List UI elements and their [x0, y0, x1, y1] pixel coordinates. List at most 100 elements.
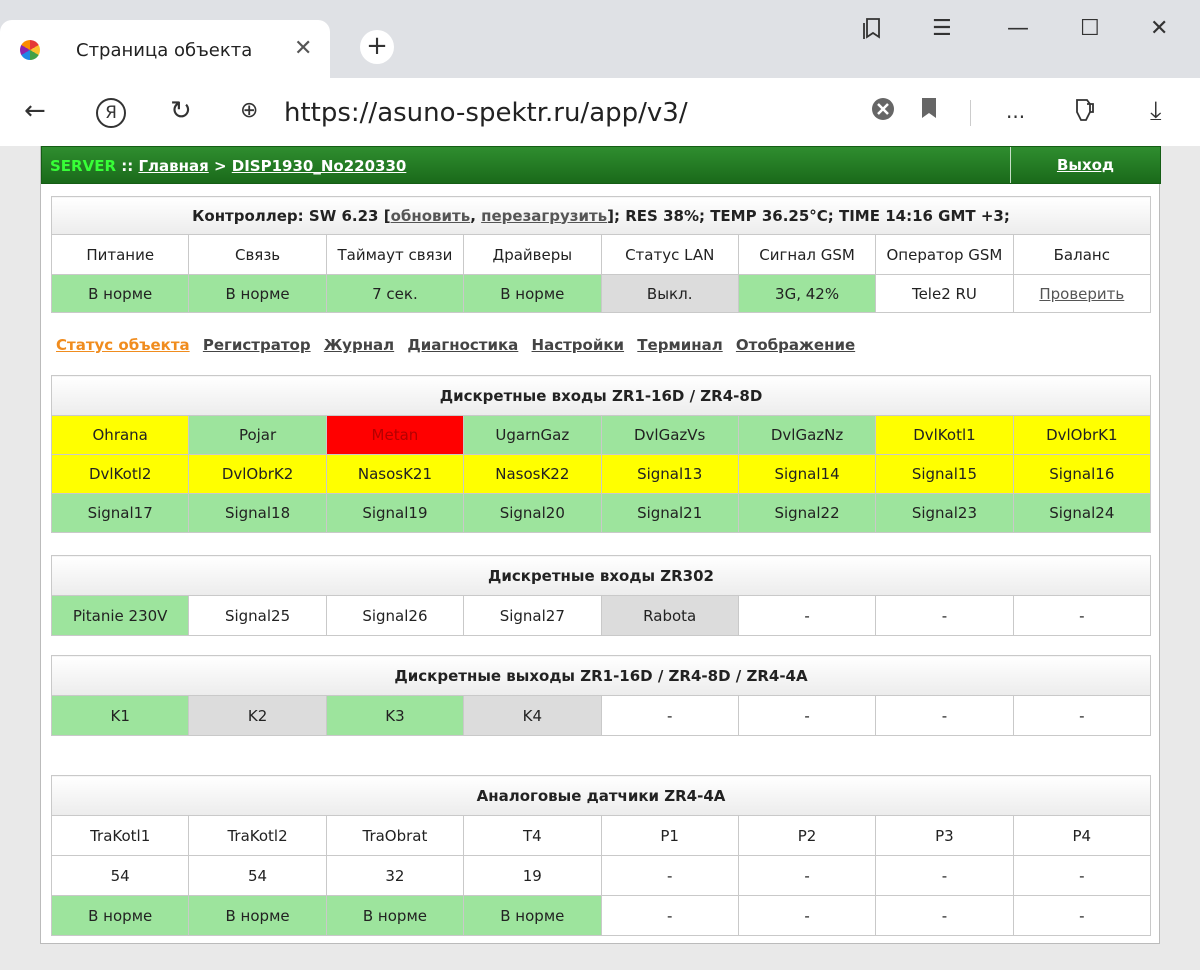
- browser-tab[interactable]: Страница объекта ✕: [0, 20, 330, 78]
- value-link: В норме: [188, 274, 327, 313]
- analog-sensors-table: Аналоговые датчики ZR4-4A TraKotl1 TraKo…: [50, 775, 1152, 936]
- value-timeout: 7 сек.: [325, 274, 465, 313]
- protect-icon[interactable]: [1072, 96, 1100, 131]
- tab-diagnostics[interactable]: Диагностика: [407, 336, 518, 354]
- breadcrumb: SERVER :: Главная > DISP1930_No220330: [50, 157, 406, 175]
- sensor-value: 19: [463, 855, 602, 896]
- update-link[interactable]: обновить: [391, 207, 471, 225]
- sensor-status: В норме: [50, 895, 190, 936]
- input-cell: Signal18: [188, 493, 327, 533]
- section-title: Дискретные выходы ZR1-16D / ZR4-8D / ZR4…: [51, 655, 1151, 696]
- clear-url-icon[interactable]: [870, 96, 896, 129]
- input-cell: DvlObrK1: [1012, 415, 1152, 455]
- input-cell: Signal26: [325, 595, 465, 636]
- bookmark-icon[interactable]: [920, 96, 938, 127]
- sensor-name: T4: [463, 815, 602, 856]
- tab-terminal[interactable]: Терминал: [637, 336, 722, 354]
- output-cell: K4: [463, 695, 602, 736]
- header-gsm-operator: Оператор GSM: [875, 234, 1014, 275]
- header-drivers: Драйверы: [463, 234, 602, 275]
- sensor-name: P1: [600, 815, 739, 856]
- sensor-status: -: [737, 895, 877, 936]
- input-cell: Signal21: [600, 493, 739, 533]
- back-arrow-icon[interactable]: ←: [24, 96, 46, 126]
- input-cell: NasosK21: [325, 454, 465, 494]
- address-separator: [970, 100, 971, 126]
- tab-settings[interactable]: Настройки: [532, 336, 625, 354]
- maximize-icon[interactable]: ☐: [1080, 16, 1100, 41]
- value-drivers: В норме: [463, 274, 602, 313]
- sensor-status: В норме: [325, 895, 465, 936]
- controller-header: Контроллер: SW 6.23 [обновить, перезагру…: [51, 196, 1151, 235]
- input-cell: Signal23: [875, 493, 1014, 533]
- output-cell: K3: [325, 695, 465, 736]
- input-cell: Signal15: [875, 454, 1014, 494]
- device-link[interactable]: DISP1930_No220330: [232, 157, 407, 175]
- more-menu-icon[interactable]: ...: [1006, 96, 1025, 126]
- input-cell: Signal13: [600, 454, 739, 494]
- input-cell: DvlObrK2: [188, 454, 327, 494]
- output-cell: -: [1012, 695, 1152, 736]
- breadcrumb-arrow: >: [208, 157, 232, 175]
- new-tab-icon[interactable]: +: [360, 30, 394, 64]
- tab-journal[interactable]: Журнал: [324, 336, 394, 354]
- sensor-value: 32: [325, 855, 465, 896]
- home-link[interactable]: Главная: [138, 157, 208, 175]
- check-balance-link[interactable]: Проверить: [1039, 285, 1124, 303]
- collections-icon[interactable]: [860, 16, 884, 48]
- reload-icon[interactable]: ↻: [170, 96, 192, 126]
- input-cell: Ohrana: [50, 415, 190, 455]
- tab-title: Страница объекта: [76, 40, 253, 61]
- server-label: SERVER: [50, 157, 117, 175]
- minimize-icon[interactable]: —: [1007, 16, 1029, 41]
- input-cell: -: [737, 595, 877, 636]
- value-gsm-operator: Tele2 RU: [875, 274, 1014, 313]
- globe-icon: ⊕: [240, 98, 259, 123]
- discrete-inputs-zr302-table: Дискретные входы ZR302 Pitanie 230V Sign…: [50, 555, 1152, 636]
- top-navigation-bar: SERVER :: Главная > DISP1930_No220330 Вы…: [41, 146, 1161, 184]
- header-balance: Баланс: [1012, 234, 1152, 275]
- tab-object-status[interactable]: Статус объекта: [56, 336, 190, 354]
- input-cell: Signal22: [737, 493, 877, 533]
- section-title: Дискретные входы ZR1-16D / ZR4-8D: [51, 375, 1151, 416]
- input-cell: -: [875, 595, 1014, 636]
- input-cell: Signal27: [463, 595, 602, 636]
- sensor-value: -: [600, 855, 739, 896]
- tab-close-icon[interactable]: ✕: [294, 36, 312, 61]
- sensor-name: TraKotl2: [188, 815, 327, 856]
- value-lan: Выкл.: [600, 274, 739, 313]
- sensor-status: -: [600, 895, 739, 936]
- output-cell: K2: [188, 695, 327, 736]
- input-cell: DvlGazNz: [737, 415, 877, 455]
- output-cell: -: [875, 695, 1014, 736]
- menu-icon[interactable]: ☰: [932, 16, 952, 41]
- sensor-value: -: [1012, 855, 1152, 896]
- close-window-icon[interactable]: ✕: [1150, 16, 1168, 41]
- yandex-icon[interactable]: Я: [96, 98, 126, 128]
- tab-display[interactable]: Отображение: [736, 336, 855, 354]
- input-cell: Signal24: [1012, 493, 1152, 533]
- input-cell: Rabota: [600, 595, 739, 636]
- value-balance: Проверить: [1012, 274, 1152, 313]
- sensor-name: TraKotl1: [50, 815, 190, 856]
- input-cell: Pitanie 230V: [50, 595, 190, 636]
- url-field[interactable]: https://asuno-spektr.ru/app/v3/: [284, 98, 688, 128]
- sensor-value: -: [737, 855, 877, 896]
- discrete-outputs-table: Дискретные выходы ZR1-16D / ZR4-8D / ZR4…: [50, 655, 1152, 736]
- tab-registrator[interactable]: Регистратор: [203, 336, 311, 354]
- address-bar: ← Я ↻ ⊕ https://asuno-spektr.ru/app/v3/ …: [0, 78, 1200, 146]
- download-icon[interactable]: ⤓: [1150, 96, 1162, 126]
- input-cell: Signal16: [1012, 454, 1152, 494]
- sensor-status: В норме: [463, 895, 602, 936]
- sensor-name: P4: [1012, 815, 1152, 856]
- value-gsm-signal: 3G, 42%: [737, 274, 877, 313]
- input-cell: DvlKotl1: [875, 415, 1014, 455]
- sensor-value: -: [875, 855, 1014, 896]
- site-favicon-icon: [20, 40, 40, 60]
- header-power: Питание: [50, 234, 190, 275]
- reboot-link[interactable]: перезагрузить: [481, 207, 607, 225]
- input-cell: Signal25: [188, 595, 327, 636]
- section-title: Дискретные входы ZR302: [51, 555, 1151, 596]
- sensor-name: P3: [875, 815, 1014, 856]
- logout-link[interactable]: Выход: [1010, 147, 1160, 183]
